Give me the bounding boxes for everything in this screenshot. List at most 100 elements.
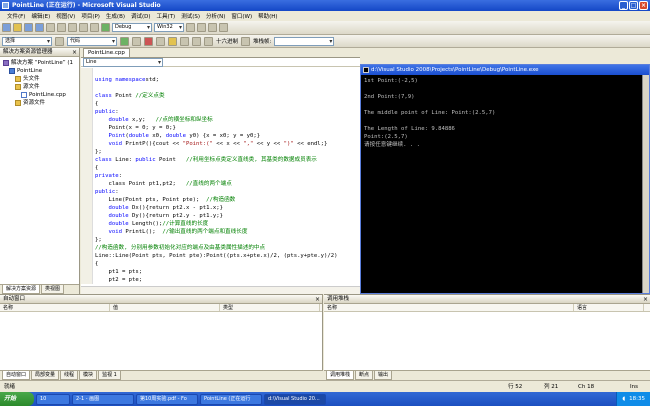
panel-tab[interactable]: 解决方案资源	[2, 285, 41, 294]
code-line[interactable]: double x,y; //点的横坐标和纵坐标	[95, 116, 212, 124]
class-nav-select[interactable]: Line	[83, 57, 163, 67]
code-line[interactable]: public:	[95, 108, 119, 116]
properties-icon[interactable]	[208, 23, 217, 32]
col-language[interactable]: 语言	[574, 304, 644, 311]
code-line[interactable]: double Dx(){return pt2.x - pt1.x;}	[95, 204, 223, 212]
col-type[interactable]: 类型	[220, 304, 320, 311]
menu-item[interactable]: 生成(B)	[103, 12, 128, 20]
taskbar-item[interactable]: 10	[36, 393, 70, 405]
close-icon[interactable]: ×	[72, 48, 77, 57]
col-value[interactable]: 值	[110, 304, 220, 311]
taskbar-item[interactable]: 第10周实验.pdf - Fo	[136, 393, 198, 405]
tree-item[interactable]: PointLine.cpp	[1, 91, 78, 99]
tree-item[interactable]: PointLine	[1, 67, 78, 75]
col-name[interactable]: 名称	[0, 304, 110, 311]
open-icon[interactable]	[13, 23, 22, 32]
step-out-icon[interactable]	[204, 36, 213, 46]
config-select[interactable]: Debug	[112, 23, 152, 32]
maximize-button[interactable]: □	[629, 1, 638, 10]
taskbar-item[interactable]: PointLine (正在运行	[200, 393, 262, 405]
code-line[interactable]: class Point pt1,pt2; //直线的两个端点	[95, 180, 231, 188]
taskbar-item[interactable]: 2-1 - 画图	[72, 393, 134, 405]
paste-icon[interactable]	[68, 23, 77, 32]
code-line[interactable]: class Point //定义点类	[95, 92, 165, 100]
code-line[interactable]: public:	[95, 188, 119, 196]
code-gutter[interactable]	[81, 68, 93, 284]
code-line[interactable]: void PrintP(){cout << "Point:(" << x << …	[95, 140, 327, 148]
console-scrollbar[interactable]	[642, 75, 649, 293]
hex-toggle[interactable]: 十六进制	[216, 37, 238, 45]
menu-item[interactable]: 视图(V)	[53, 12, 78, 20]
tab-pointline-cpp[interactable]: PointLine.cpp	[83, 48, 130, 57]
volume-icon[interactable]: ◖	[622, 392, 625, 406]
panel-tab[interactable]: 自动窗口	[2, 371, 31, 380]
find-icon[interactable]	[186, 23, 195, 32]
stop-debug-icon[interactable]	[144, 36, 153, 46]
code-line[interactable]: {	[95, 260, 98, 268]
code-line[interactable]: void PrintL(); //输出直线的两个端点和直线长度	[95, 228, 247, 236]
new-project-icon[interactable]	[2, 23, 11, 32]
continue-icon[interactable]	[120, 36, 129, 46]
solution-explorer-icon[interactable]	[197, 23, 206, 32]
menu-item[interactable]: 窗口(W)	[228, 12, 255, 20]
code-line[interactable]: class Line: public Point //利用坐标点类定义直线类, …	[95, 156, 317, 164]
step-into-icon[interactable]	[180, 36, 189, 46]
close-icon[interactable]: ×	[315, 295, 320, 304]
code-combo[interactable]: 代码	[67, 36, 117, 46]
show-next-statement-icon[interactable]	[168, 36, 177, 46]
panel-tab[interactable]: 模块	[79, 371, 98, 380]
copy-icon[interactable]	[57, 23, 66, 32]
close-button[interactable]: ×	[639, 1, 648, 10]
tree-item[interactable]: 头文件	[1, 75, 78, 83]
start-button[interactable]: 开始	[0, 392, 34, 406]
cut-icon[interactable]	[46, 23, 55, 32]
save-icon[interactable]	[24, 23, 33, 32]
code-line[interactable]: };	[95, 236, 102, 244]
code-line[interactable]: double Length();//计算直线的长度	[95, 220, 208, 228]
panel-tab[interactable]: 局部变量	[31, 371, 60, 380]
code-line[interactable]: };	[95, 148, 102, 156]
console-window[interactable]: d:\Visual Studio 2008\Projects\PointLine…	[360, 64, 650, 294]
step-over-icon[interactable]	[192, 36, 201, 46]
code-line[interactable]: double Dy(){return pt2.y - pt1.y;}	[95, 212, 223, 220]
start-debug-icon[interactable]	[101, 23, 110, 32]
close-icon[interactable]: ×	[643, 295, 648, 304]
code-area[interactable]: using namespacestd; class Point //定义点类{pu…	[81, 68, 360, 284]
code-line[interactable]: using namespacestd;	[95, 76, 159, 84]
menu-item[interactable]: 测试(S)	[178, 12, 203, 20]
restart-icon[interactable]	[156, 36, 165, 46]
code-editor[interactable]: PointLine.cpp Line using namespacestd; cl…	[81, 48, 360, 294]
code-line[interactable]: pt1 = pts;	[95, 268, 142, 276]
redo-icon[interactable]	[90, 23, 99, 32]
toolbox-icon[interactable]	[219, 23, 228, 32]
console-titlebar[interactable]: d:\Visual Studio 2008\Projects\PointLine…	[361, 65, 649, 75]
code-line[interactable]: //构造函数, 分别用参数初始化对应的端点及由基类属性描述的中点	[95, 244, 265, 252]
platform-select[interactable]: Win32	[154, 23, 184, 32]
pause-icon[interactable]	[132, 36, 141, 46]
stack-frame-select[interactable]	[274, 36, 335, 46]
code-line[interactable]: {	[95, 164, 98, 172]
code-line[interactable]: {	[95, 100, 98, 108]
menu-item[interactable]: 项目(P)	[78, 12, 103, 20]
menu-item[interactable]: 调试(D)	[128, 12, 154, 20]
panel-tab[interactable]: 调用堆栈	[326, 371, 355, 380]
tree-item[interactable]: 解决方案 “PointLine” (1	[1, 59, 78, 67]
code-line[interactable]: private:	[95, 172, 122, 180]
code-line[interactable]: pt2 = pte;	[95, 276, 142, 284]
menu-item[interactable]: 工具(T)	[154, 12, 179, 20]
save-all-icon[interactable]	[35, 23, 44, 32]
tree-item[interactable]: 资源文件	[1, 99, 78, 107]
menu-item[interactable]: 文件(F)	[4, 12, 28, 20]
menu-item[interactable]: 帮助(H)	[255, 12, 280, 20]
panel-tab[interactable]: 类视图	[41, 285, 65, 294]
undo-icon[interactable]	[79, 23, 88, 32]
panel-tab[interactable]: 断点	[355, 371, 374, 380]
format-icon[interactable]	[55, 36, 64, 46]
code-line[interactable]: Point(x = 0; y = 0;}	[95, 124, 175, 132]
code-line[interactable]: Point(double x0, double y0) {x = x0; y =…	[95, 132, 260, 140]
horizontal-scrollbar[interactable]	[81, 286, 360, 294]
panel-tab[interactable]: 线程	[60, 371, 79, 380]
menu-item[interactable]: 编辑(E)	[28, 12, 53, 20]
code-line[interactable]: Line::Line(Point pts, Point pte):Point((…	[95, 252, 337, 260]
taskbar-item[interactable]: d:\Visual Studio 20...	[264, 393, 326, 405]
